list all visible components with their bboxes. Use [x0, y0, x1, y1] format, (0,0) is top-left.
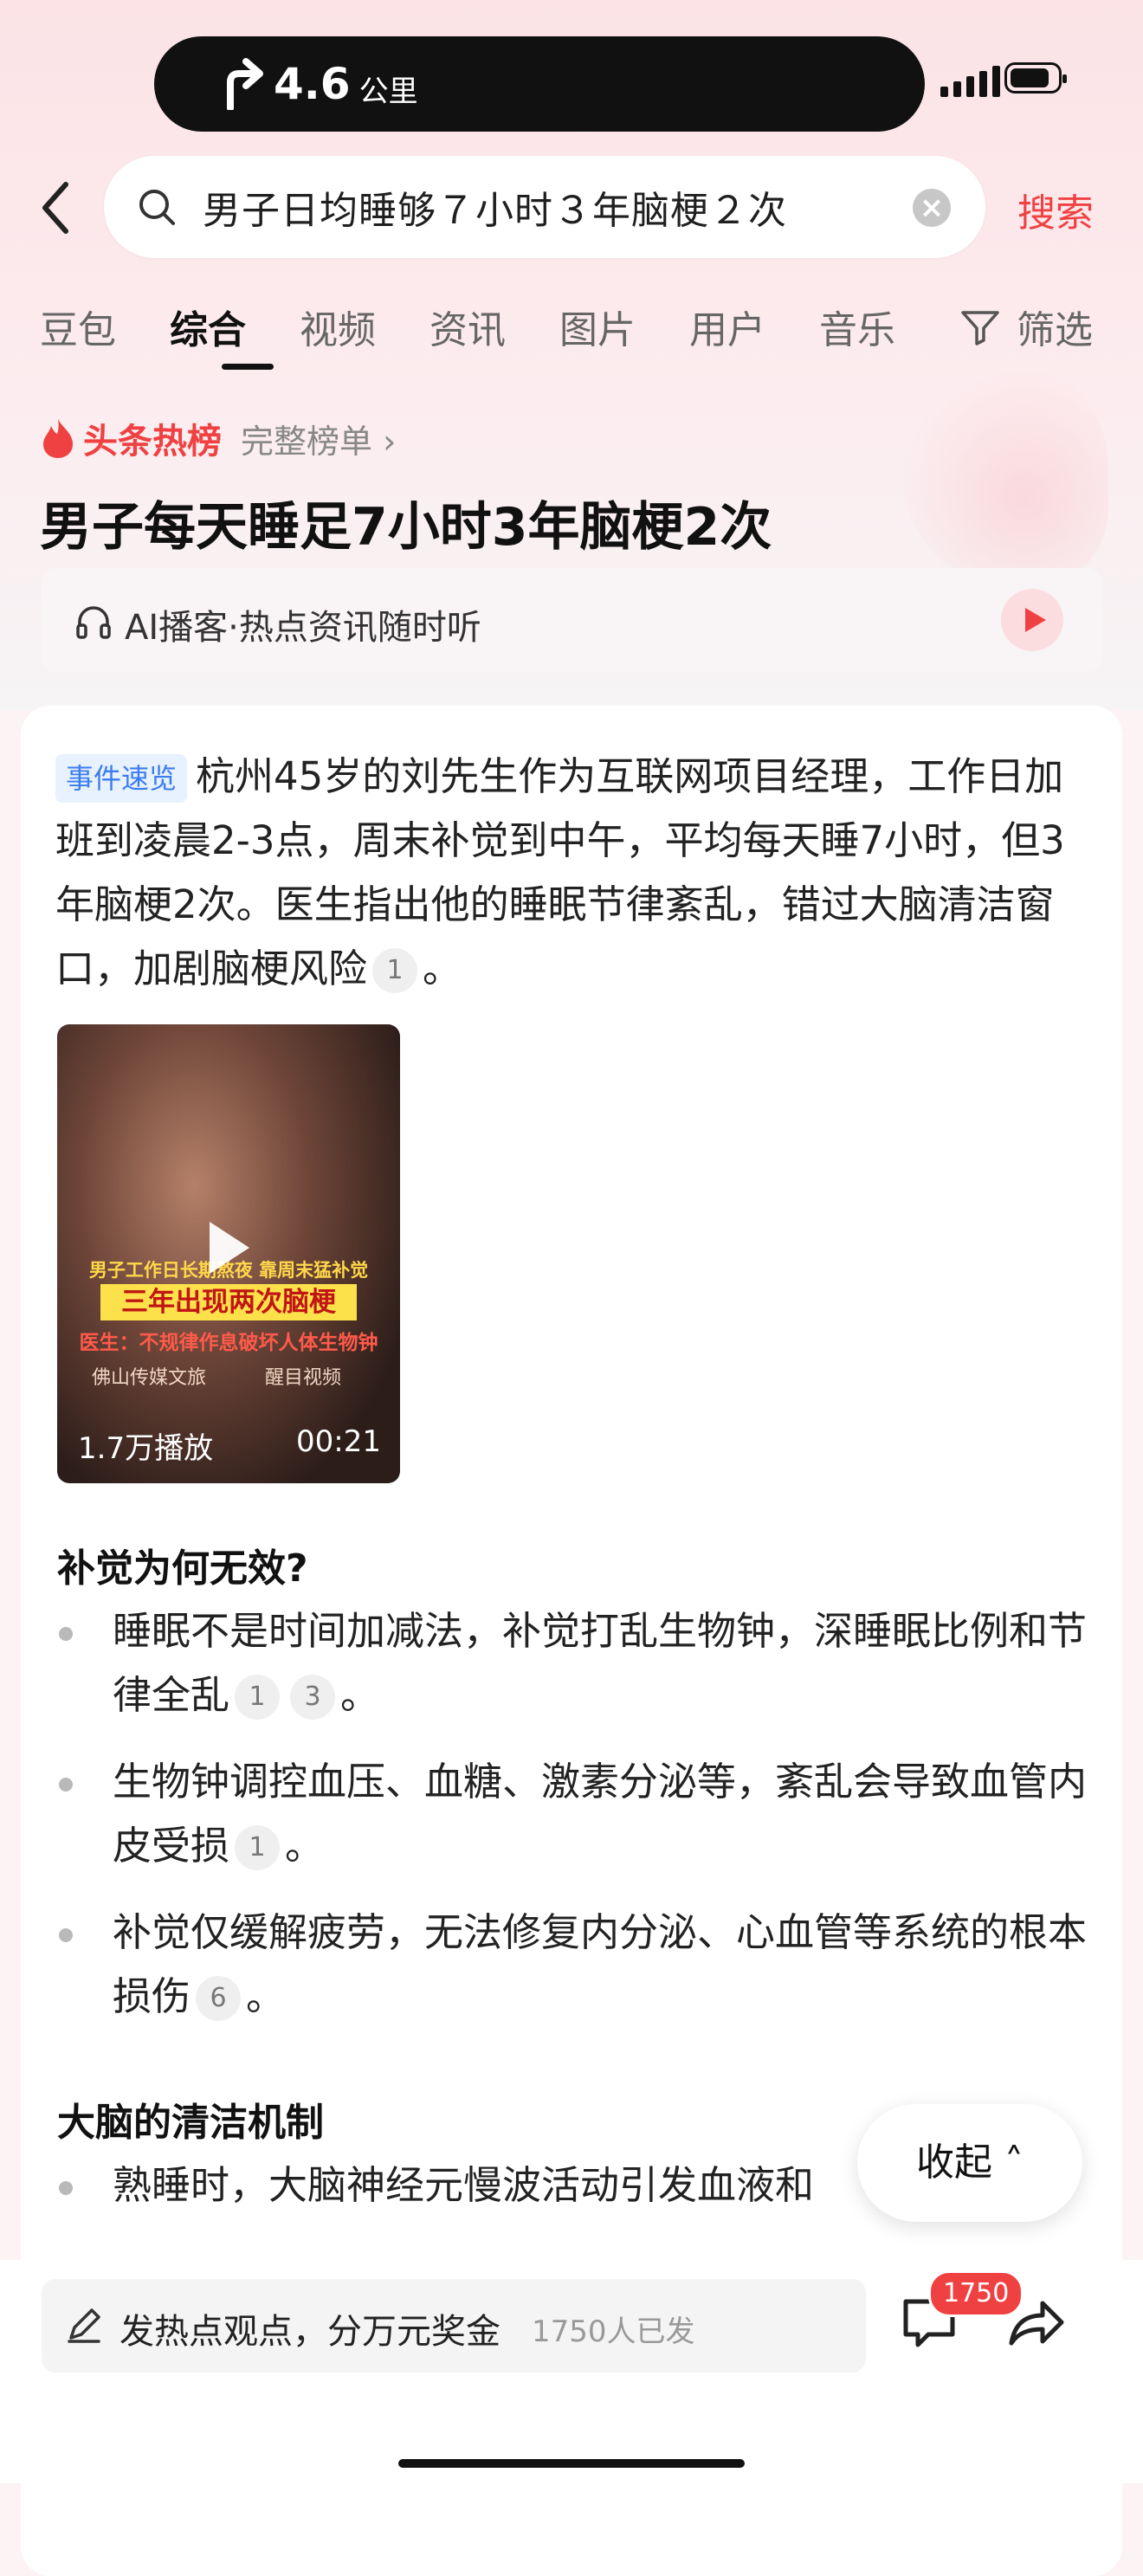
video-caption-3: 医生：不规律作息破坏人体生物钟 [79, 1332, 378, 1354]
video-play-icon[interactable] [210, 1222, 249, 1274]
cellular-signal-icon [940, 66, 1000, 97]
tab-images[interactable]: 图片 [559, 299, 636, 354]
fire-icon [43, 419, 73, 458]
ai-podcast-text: AI播客·热点资讯随时听 [125, 608, 481, 648]
tab-music[interactable]: 音乐 [819, 299, 895, 354]
citation-badge[interactable]: 3 [290, 1675, 336, 1720]
home-indicator[interactable] [398, 2459, 745, 2468]
clear-icon[interactable]: × [913, 189, 951, 227]
tab-doubao[interactable]: 豆包 [40, 299, 116, 354]
video-source-2: 醒目视频 [265, 1367, 342, 1389]
citation-badge[interactable]: 1 [372, 948, 418, 993]
hot-rank-row[interactable]: 头条热榜 完整榜单 › [40, 413, 396, 463]
section-heading-2: 大脑的清洁机制 [57, 2101, 324, 2145]
result-tabs: 豆包 综合 视频 资讯 图片 用户 音乐 筛选 [40, 299, 1114, 370]
video-source-1: 佛山传媒文旅 [92, 1367, 207, 1389]
back-arrow-icon[interactable] [35, 178, 78, 238]
video-caption-2: 三年出现两次脑梗 [100, 1284, 357, 1320]
bullet-end: 。 [340, 1672, 380, 1718]
nav-distance: 4.6 [274, 59, 351, 109]
list-item: 睡眠不是时间加减法，补觉打乱生物钟，深睡眠比例和节律全乱 1 3。 [57, 1599, 1096, 1727]
post-opinion-input[interactable]: 发热点观点，分万元奖金 1750人已发 [42, 2279, 866, 2373]
tab-filter[interactable]: 筛选 [1017, 299, 1093, 354]
post-opinion-text: 发热点观点，分万元奖金 [119, 2312, 500, 2352]
pen-icon [68, 2308, 100, 2343]
full-rank-link[interactable]: 完整榜单 › [241, 415, 396, 462]
bullet-dot [59, 1928, 73, 1942]
post-count: 1750人已发 [532, 2315, 695, 2349]
summary-text: 杭州45岁的刘先生作为互联网项目经理，工作日加班到凌晨2-3点，周末补觉到中午，… [55, 753, 1065, 991]
tab-overall[interactable]: 综合 [170, 299, 246, 354]
search-icon [139, 190, 175, 225]
bullet-dot [59, 1778, 73, 1792]
video-play-count: 1.7万播放 [78, 1431, 214, 1466]
bullet-end: 。 [246, 1973, 286, 2019]
summary-paragraph: 事件速览 杭州45岁的刘先生作为互联网项目经理，工作日加班到凌晨2-3点，周末补觉… [55, 745, 1095, 1001]
active-tab-indicator [222, 364, 274, 370]
tab-news[interactable]: 资讯 [429, 299, 506, 354]
battery-icon [1004, 62, 1067, 94]
search-button[interactable]: 搜索 [1017, 182, 1094, 237]
list-item: 补觉仅缓解疲劳，无法修复内分泌、心血管等系统的根本损伤 6。 [57, 1901, 1096, 2029]
video-thumbnail[interactable]: 男子工作日长期熬夜 靠周末猛补觉 三年出现两次脑梗 医生：不规律作息破坏人体生物… [57, 1024, 400, 1483]
bullet-dot [59, 1627, 73, 1641]
tab-video[interactable]: 视频 [300, 299, 376, 354]
bullet-dot [59, 2181, 73, 2195]
list-item: 生物钟调控血压、血糖、激素分泌等，紊乱会导致血管内皮受损 1。 [57, 1750, 1096, 1878]
filter-icon[interactable] [959, 306, 1001, 347]
share-icon[interactable] [1006, 2296, 1067, 2350]
navigation-island[interactable]: 4.6 公里 [154, 36, 925, 132]
citation-badge[interactable]: 6 [196, 1976, 242, 2021]
event-tag: 事件速览 [55, 754, 188, 803]
hot-rank-label: 头条热榜 [83, 422, 222, 462]
turn-right-arrow-icon [227, 58, 263, 110]
headphones-icon [76, 606, 111, 639]
search-query: 男子日均睡够７小时３年脑梗２次 [203, 189, 787, 233]
nav-distance-unit: 公里 [358, 74, 418, 109]
collapse-button[interactable]: 收起 ˄ [857, 2104, 1082, 2222]
bullet-end: 。 [285, 1823, 325, 1869]
bottom-bar: 发热点观点，分万元奖金 1750人已发 1750 [0, 2260, 1143, 2483]
section-heading-1: 补觉为何无效? [57, 1546, 308, 1591]
video-duration: 00:21 [296, 1424, 381, 1459]
page-title: 男子每天睡足7小时3年脑梗2次 [40, 497, 772, 558]
citation-badge[interactable]: 1 [235, 1825, 281, 1870]
summary-end: 。 [423, 946, 462, 991]
play-icon[interactable] [1001, 589, 1063, 651]
ai-podcast-card[interactable]: AI播客·热点资讯随时听 [42, 568, 1101, 672]
bullet-text: 熟睡时，大脑神经元慢波活动引发血液和 [113, 2162, 815, 2208]
search-input[interactable]: 男子日均睡够７小时３年脑梗２次 × [104, 156, 985, 258]
citation-badge[interactable]: 1 [235, 1675, 281, 1720]
tab-users[interactable]: 用户 [689, 299, 765, 354]
